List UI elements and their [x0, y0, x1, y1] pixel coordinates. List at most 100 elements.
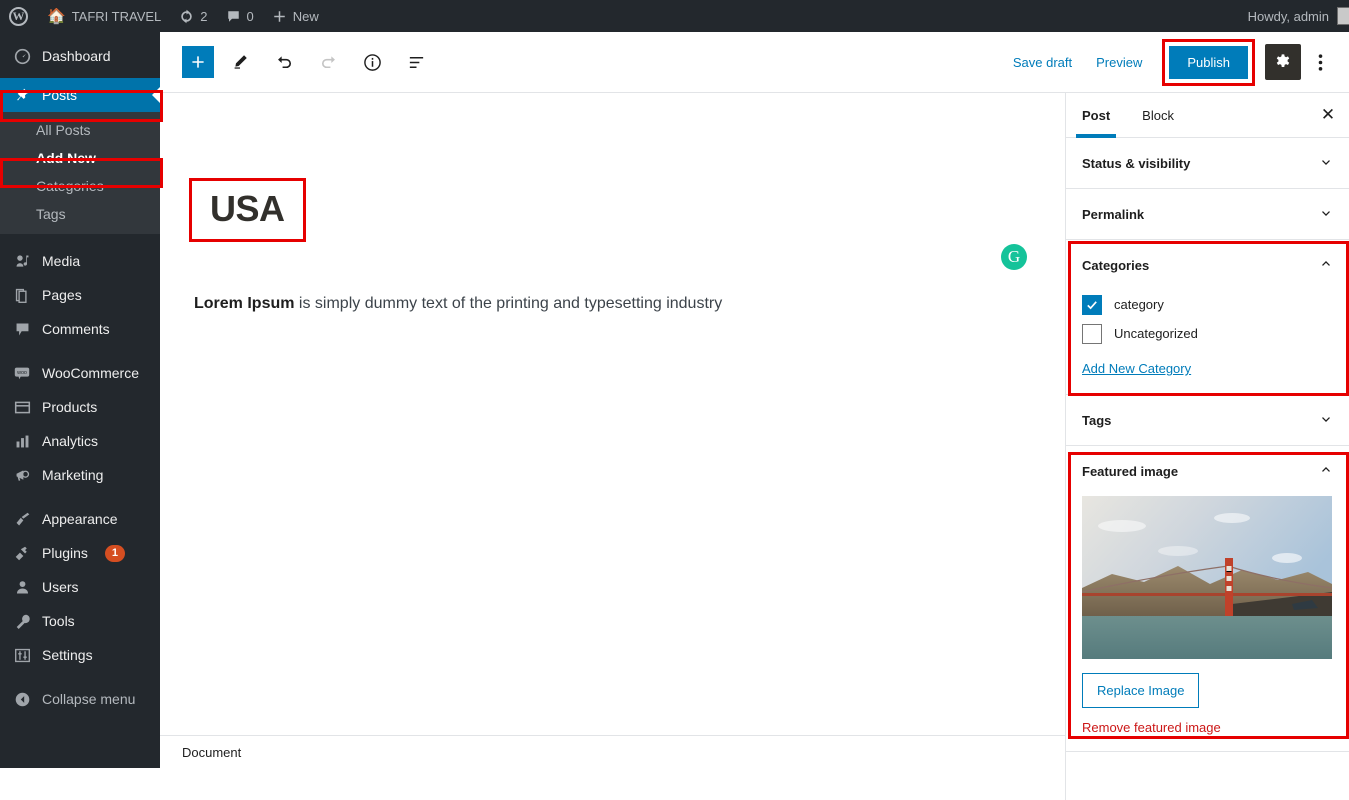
replace-image-button[interactable]: Replace Image [1082, 673, 1199, 708]
sidebar-item-label: Tags [36, 206, 66, 222]
panel-header[interactable]: Permalink [1066, 189, 1349, 239]
redo-arrow-icon [319, 53, 338, 72]
redo-button[interactable] [310, 44, 346, 80]
post-title[interactable]: USA [210, 191, 285, 227]
sidebar-item-label: Tools [42, 613, 75, 629]
sidebar-item-appearance[interactable]: Appearance [0, 502, 160, 536]
add-block-button[interactable] [182, 46, 214, 78]
remove-featured-image-link[interactable]: Remove featured image [1082, 720, 1333, 735]
account-menu[interactable]: Howdy, admin [1248, 7, 1349, 25]
dashboard-icon [12, 48, 32, 65]
breadcrumb[interactable]: Document [182, 745, 241, 760]
settings-sidebar: Post Block ✕ Status & visibility Permali… [1065, 93, 1349, 800]
grammarly-icon[interactable]: G [1001, 244, 1027, 270]
category-checkbox-row[interactable]: Uncategorized [1082, 319, 1333, 348]
sidebar-item-all-posts[interactable]: All Posts [0, 116, 160, 144]
new-content-menu[interactable]: New [263, 0, 328, 32]
close-icon[interactable]: ✕ [1307, 93, 1349, 137]
category-checkbox-row[interactable]: category [1082, 290, 1333, 319]
chevron-down-icon [1319, 206, 1333, 223]
sidebar-item-label: All Posts [36, 122, 90, 138]
sidebar-item-products[interactable]: Products [0, 390, 160, 424]
panel-categories: Categories category Uncategorized Add Ne… [1066, 240, 1349, 395]
featured-image-thumbnail[interactable] [1082, 496, 1332, 659]
sidebar-item-users[interactable]: Users [0, 570, 160, 604]
tab-post[interactable]: Post [1066, 93, 1126, 137]
sidebar-item-marketing[interactable]: Marketing [0, 458, 160, 492]
sidebar-item-tags[interactable]: Tags [0, 200, 160, 228]
checkbox-unchecked-icon[interactable] [1082, 324, 1102, 344]
editor-tools-group [182, 44, 434, 80]
new-label: New [293, 9, 319, 24]
featured-image-body: Replace Image Remove featured image [1066, 496, 1349, 751]
sidebar-item-plugins[interactable]: Plugins 1 [0, 536, 160, 570]
sidebar-item-label: WooCommerce [42, 365, 139, 381]
panel-header[interactable]: Status & visibility [1066, 138, 1349, 188]
add-new-category-link[interactable]: Add New Category [1082, 361, 1191, 376]
panel-featured-image: Featured image [1066, 446, 1349, 752]
sidebar-item-comments[interactable]: Comments [0, 312, 160, 346]
list-view-button[interactable] [398, 44, 434, 80]
editor-content-canvas[interactable]: USA Lorem Ipsum is simply dummy text of … [160, 93, 1065, 768]
comments-menu[interactable]: 0 [217, 0, 263, 32]
paragraph-text: is simply dummy text of the printing and… [294, 295, 722, 312]
sidebar-item-label: Categories [36, 178, 104, 194]
chevron-up-icon [1319, 257, 1333, 274]
undo-arrow-icon [275, 53, 294, 72]
grammarly-letter: G [1008, 247, 1020, 267]
publish-button[interactable]: Publish [1169, 46, 1248, 79]
sidebar-item-add-new[interactable]: Add New [0, 144, 160, 172]
settings-toggle-button[interactable] [1265, 44, 1301, 80]
edit-mode-button[interactable] [222, 44, 258, 80]
editor-header-toolbar: Save draft Preview Publish [160, 32, 1349, 93]
products-icon [12, 399, 32, 416]
sidebar-item-categories[interactable]: Categories [0, 172, 160, 200]
more-options-button[interactable] [1305, 44, 1335, 80]
panel-permalink: Permalink [1066, 189, 1349, 240]
panel-header[interactable]: Categories [1066, 240, 1349, 290]
pages-icon [12, 287, 32, 304]
list-view-icon [407, 53, 426, 72]
site-name-menu[interactable]: 🏠 TAFRI TRAVEL [38, 0, 170, 32]
checkbox-checked-icon[interactable] [1082, 295, 1102, 315]
paragraph-block[interactable]: Lorem Ipsum is simply dummy text of the … [194, 291, 954, 317]
sidebar-item-dashboard[interactable]: Dashboard [0, 39, 160, 73]
sidebar-item-label: Products [42, 399, 97, 415]
panel-tags: Tags [1066, 395, 1349, 446]
tab-block[interactable]: Block [1126, 93, 1190, 137]
sidebar-item-analytics[interactable]: Analytics [0, 424, 160, 458]
settings-tabs: Post Block ✕ [1066, 93, 1349, 138]
wordpress-logo-menu[interactable]: W [0, 0, 38, 32]
undo-button[interactable] [266, 44, 302, 80]
sidebar-item-label: Analytics [42, 433, 98, 449]
paragraph-bold-text: Lorem Ipsum [194, 295, 294, 312]
categories-list: category Uncategorized Add New Category [1066, 290, 1349, 394]
category-label: Uncategorized [1114, 326, 1198, 341]
comments-count: 0 [247, 9, 254, 24]
details-info-button[interactable] [354, 44, 390, 80]
sidebar-item-posts[interactable]: Posts [0, 78, 160, 112]
sidebar-item-collapse-menu[interactable]: Collapse menu [0, 682, 160, 716]
panel-header[interactable]: Featured image [1066, 446, 1349, 496]
sidebar-item-settings[interactable]: Settings [0, 638, 160, 672]
sidebar-item-label: Add New [36, 150, 96, 166]
sidebar-item-pages[interactable]: Pages [0, 278, 160, 312]
updates-menu[interactable]: 2 [170, 0, 216, 32]
paintbrush-icon [12, 511, 32, 528]
woocommerce-icon: woo [12, 364, 32, 382]
sidebar-item-woocommerce[interactable]: woo WooCommerce [0, 356, 160, 390]
sidebar-item-label: Collapse menu [42, 691, 135, 707]
vertical-ellipsis-icon [1318, 53, 1323, 72]
sidebar-item-label: Users [42, 579, 79, 595]
save-draft-button[interactable]: Save draft [1003, 49, 1082, 76]
megaphone-icon [12, 467, 32, 484]
plug-icon [12, 545, 32, 562]
sidebar-item-media[interactable]: Media [0, 244, 160, 278]
preview-button[interactable]: Preview [1086, 49, 1152, 76]
panel-header[interactable]: Tags [1066, 395, 1349, 445]
comment-bubble-icon [12, 321, 32, 338]
menu-separator [0, 346, 160, 356]
sidebar-item-tools[interactable]: Tools [0, 604, 160, 638]
editor-actions-group: Save draft Preview Publish [1003, 39, 1335, 86]
avatar [1337, 7, 1349, 25]
